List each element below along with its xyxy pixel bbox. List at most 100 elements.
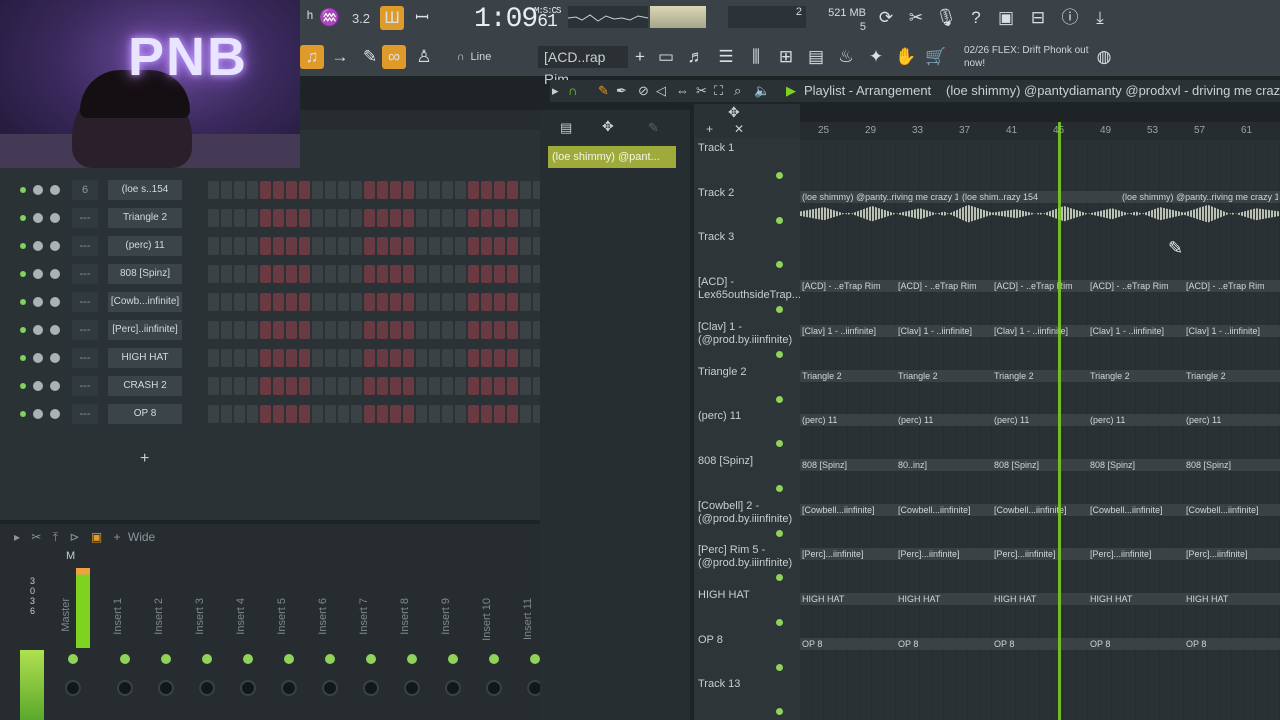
channel-name-button[interactable]: 808 [Spinz] [108,264,182,284]
pattern-clip[interactable]: 808 [Spinz] [1186,459,1278,471]
step-button[interactable] [494,377,505,395]
timeline-ruler[interactable]: 25293337414549535761 [800,122,1280,140]
mixer-arrow-icon[interactable]: ▸ [14,530,20,544]
channel-mixer-track[interactable]: --- [72,376,98,396]
step-button[interactable] [234,321,245,339]
step-button[interactable] [299,237,310,255]
tempo-display[interactable]: 3.2 [348,6,374,30]
mixer-insert-strip[interactable]: Insert 3 [188,570,226,720]
channel-mixer-track[interactable]: --- [72,236,98,256]
step-button[interactable] [234,181,245,199]
draw-tool-icon[interactable]: ✎ [598,83,609,99]
mixer-insert-strip[interactable]: Insert 7 [352,570,390,720]
pattern-clip[interactable]: Triangle 2 [1186,370,1278,382]
step-button[interactable] [377,405,388,423]
step-button[interactable] [273,377,284,395]
remove-track-icon[interactable]: ✕ [734,122,744,136]
step-button[interactable] [273,237,284,255]
add-track-icon[interactable]: + [706,122,713,136]
step-button[interactable] [299,181,310,199]
step-button[interactable] [403,181,414,199]
pattern-clip[interactable]: [ACD] - ..eTrap Rim [1090,280,1182,292]
step-button[interactable] [390,405,401,423]
step-button[interactable] [247,321,258,339]
step-button[interactable] [208,293,219,311]
step-button[interactable] [481,181,492,199]
plugin-icon[interactable]: ⊟ [1026,6,1050,30]
step-button[interactable] [338,405,349,423]
pattern-clip[interactable]: Triangle 2 [1090,370,1182,382]
step-button[interactable] [442,265,453,283]
channel-volume-knob[interactable] [33,353,43,363]
piano-roll-window-icon[interactable]: ♬ [684,45,708,69]
step-button[interactable] [234,265,245,283]
step-button[interactable] [325,377,336,395]
step-button[interactable] [377,321,388,339]
track-mute-led[interactable] [776,440,783,448]
track-name[interactable]: Triangle 2 [698,366,794,379]
step-button[interactable] [221,209,232,227]
step-button[interactable] [299,293,310,311]
step-button[interactable] [481,209,492,227]
pattern-clip[interactable]: [Perc]...iinfinite] [1186,548,1278,560]
step-button[interactable] [429,209,440,227]
step-button[interactable] [260,349,271,367]
channel-led[interactable] [20,187,26,193]
project-tree-icon[interactable]: ⊞ [774,45,798,69]
step-button[interactable] [208,321,219,339]
step-button[interactable] [377,181,388,199]
pattern-clip[interactable]: (perc) 11 [994,414,1086,426]
typing-keyboard-icon[interactable]: ♒ [318,6,342,30]
pattern-clip[interactable]: [Perc]...iinfinite] [898,548,990,560]
step-button[interactable] [429,181,440,199]
step-button[interactable] [520,321,531,339]
step-button[interactable] [468,405,479,423]
step-button[interactable] [260,265,271,283]
mixer-tool3-icon[interactable]: ⊳ [69,530,79,544]
step-button[interactable] [455,237,466,255]
mixer-insert-strip[interactable]: Insert 6 [311,570,349,720]
step-button[interactable] [325,209,336,227]
step-button[interactable] [403,293,414,311]
insert-enable-led[interactable] [161,654,171,664]
step-button[interactable] [260,405,271,423]
step-button[interactable] [520,349,531,367]
pattern-clip[interactable]: OP 8 [1186,638,1278,650]
mixer-insert-strip[interactable]: Insert 1 [106,570,144,720]
channel-volume-knob[interactable] [33,297,43,307]
step-button[interactable] [351,321,362,339]
step-edit-icon[interactable]: Ш [380,6,404,30]
pattern-clip[interactable]: OP 8 [994,638,1086,650]
pattern-clip[interactable]: [Clav] 1 - ..iinfinite] [1090,325,1182,337]
pattern-clip[interactable]: [Clav] 1 - ..iinfinite] [1186,325,1278,337]
step-button[interactable] [325,321,336,339]
step-button[interactable] [390,265,401,283]
mixer-view-icon[interactable]: ▣ [91,530,102,544]
step-button[interactable] [494,349,505,367]
step-button[interactable] [286,349,297,367]
step-button[interactable] [429,321,440,339]
step-button[interactable] [364,181,375,199]
reset-icon[interactable]: ⟳ [874,6,898,30]
mixer-insert-strip[interactable]: Insert 9 [434,570,472,720]
channel-volume-knob[interactable] [33,185,43,195]
step-button[interactable] [403,265,414,283]
channel-led[interactable] [20,383,26,389]
select-tool-icon[interactable]: ⛶ [714,83,723,99]
step-button[interactable] [247,237,258,255]
step-button[interactable] [351,265,362,283]
globe-icon[interactable]: ◍ [1092,45,1116,69]
step-button[interactable] [429,237,440,255]
step-button[interactable] [273,321,284,339]
step-button[interactable] [234,237,245,255]
track-mute-led[interactable] [776,306,783,314]
step-button[interactable] [260,377,271,395]
step-button[interactable] [299,209,310,227]
channel-name-button[interactable]: [Perc]..iinfinite] [108,320,182,340]
blend-notes-icon[interactable]: ꟷ [410,6,434,30]
pattern-clip[interactable]: 808 [Spinz] [1090,459,1182,471]
channel-led[interactable] [20,327,26,333]
pattern-clip[interactable]: (loe shimmy) @panty..riving me crazy 154 [802,191,958,203]
track-name[interactable]: [Cowbell] 2 - (@prod.by.iiinfinite) [698,500,794,526]
help-icon[interactable]: ? [964,6,988,30]
